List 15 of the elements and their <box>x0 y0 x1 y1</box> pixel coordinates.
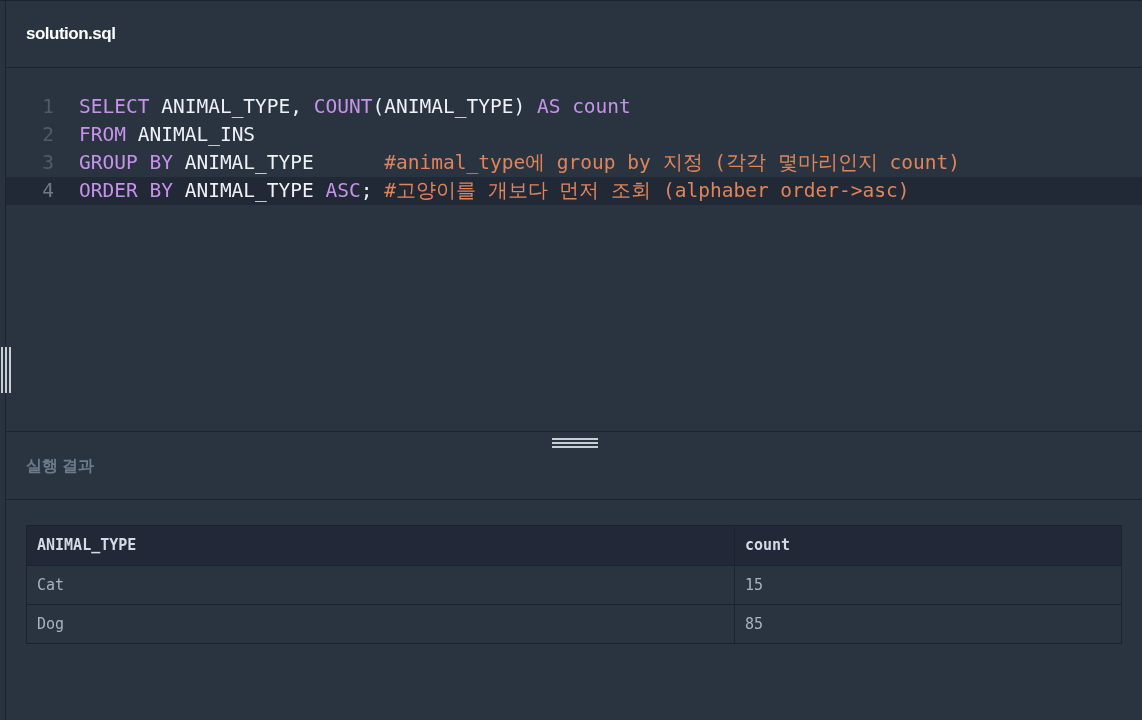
code-text: FROM ANIMAL_INS <box>78 122 256 149</box>
table-cell: Cat <box>26 565 735 605</box>
file-tab-title[interactable]: solution.sql <box>26 21 116 47</box>
column-header: count <box>734 525 1122 566</box>
line-number: 4 <box>41 178 55 205</box>
resize-handle[interactable] <box>0 347 11 393</box>
table-cell: 85 <box>734 604 1122 644</box>
results-title: 실행 결과 <box>26 455 95 476</box>
column-header: ANIMAL_TYPE <box>26 525 735 566</box>
table-cell: Dog <box>26 604 735 644</box>
resize-handle[interactable] <box>552 437 598 448</box>
code-text: ORDER BY ANIMAL_TYPE ASC; #고양이를 개보다 먼저 조회 (alphaber order->asc) <box>78 178 910 205</box>
code-text: GROUP BY ANIMAL_TYPE #animal_type에 group by 지정 (각각 몇마리인지 count) <box>78 150 960 177</box>
code-text: SELECT ANIMAL_TYPE, COUNT(ANIMAL_TYPE) AS count <box>78 94 631 121</box>
table-cell: 15 <box>734 565 1122 605</box>
